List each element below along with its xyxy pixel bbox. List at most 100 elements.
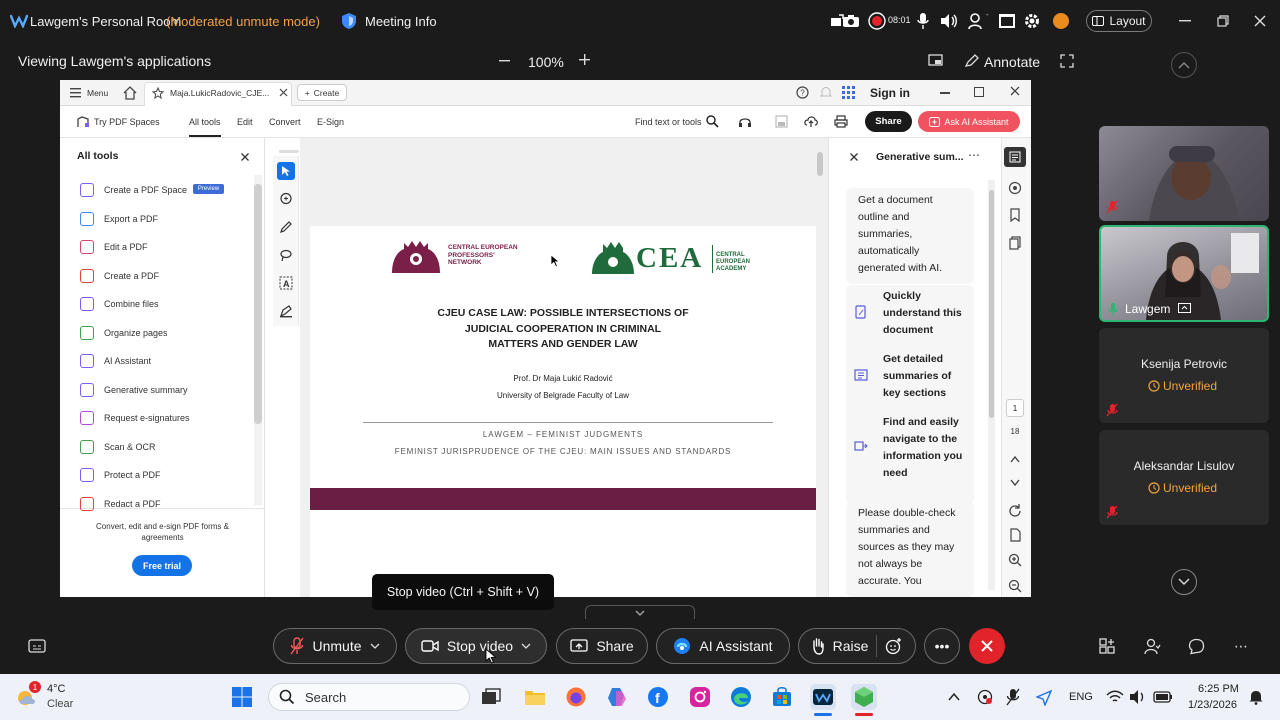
stop-video-button[interactable]: Stop video <box>405 628 547 664</box>
highlight-pen-icon[interactable] <box>277 218 295 236</box>
windows-start-icon[interactable] <box>229 684 255 710</box>
tray-chevron-up-icon[interactable] <box>947 690 961 704</box>
language-indicator[interactable]: ENG <box>1069 691 1093 703</box>
tray-muted-mic-icon[interactable] <box>1006 688 1022 706</box>
chat-icon[interactable] <box>1188 638 1205 655</box>
green-app-icon[interactable] <box>851 684 877 710</box>
tab-e-sign[interactable]: E-Sign <box>317 117 344 127</box>
store-icon[interactable] <box>769 684 795 710</box>
upload-cloud-icon[interactable] <box>804 115 818 128</box>
prev-page-icon[interactable] <box>1010 455 1020 463</box>
home-icon[interactable] <box>123 86 137 100</box>
save-icon[interactable] <box>775 115 788 128</box>
zoom-out-doc-icon[interactable] <box>1008 579 1022 593</box>
annotate-button[interactable]: Annotate <box>984 54 1040 70</box>
comment-icon[interactable] <box>277 190 295 208</box>
more-options-button[interactable]: ••• <box>924 628 960 664</box>
gen-more-icon[interactable]: ⋯ <box>968 148 980 162</box>
rail-handle[interactable] <box>279 150 299 153</box>
hamburger-icon[interactable] <box>70 88 82 98</box>
record-icon[interactable] <box>866 10 888 32</box>
tool-item[interactable]: Create a PDF Space <box>80 183 187 197</box>
restore-icon[interactable] <box>1212 10 1234 32</box>
tab-all-tools[interactable]: All tools <box>189 117 221 127</box>
create-tab-button[interactable]: + Create <box>297 84 347 101</box>
gen-scrollbar-thumb[interactable] <box>989 190 994 418</box>
tool-item[interactable]: Export a PDF <box>80 211 158 226</box>
webex-taskbar-icon[interactable] <box>810 684 836 710</box>
participant-tile-ksenija[interactable] <box>1099 328 1269 423</box>
avatar[interactable] <box>1053 13 1069 29</box>
ask-ai-assistant-button[interactable]: Ask AI Assistant <box>918 111 1020 132</box>
comments-rail-icon[interactable] <box>1008 181 1022 195</box>
share-doc-button[interactable]: Share <box>865 111 912 132</box>
firefox-icon[interactable] <box>563 684 589 710</box>
doc-scrollbar[interactable] <box>816 142 824 597</box>
copilot-icon[interactable] <box>604 684 630 710</box>
microphone-icon[interactable] <box>912 10 934 32</box>
doc-scrollbar-thumb[interactable] <box>817 152 823 176</box>
tool-item[interactable]: Organize pages <box>80 325 168 340</box>
zoom-out-icon[interactable] <box>498 52 512 68</box>
captions-icon[interactable] <box>28 638 46 654</box>
minimize-icon[interactable] <box>1174 10 1196 32</box>
zoom-in-icon[interactable] <box>578 53 592 67</box>
tray-send-icon[interactable] <box>1036 690 1052 706</box>
meeting-info-link[interactable]: Meeting Info <box>365 14 437 29</box>
camera-icon[interactable] <box>840 10 862 32</box>
wifi-icon[interactable] <box>1106 690 1124 704</box>
apps-grid-icon[interactable] <box>842 86 855 99</box>
apps-icon[interactable] <box>1099 638 1116 655</box>
pdf-close-icon[interactable] <box>1010 86 1020 96</box>
print-icon[interactable] <box>834 115 848 128</box>
help-icon[interactable]: ? <box>796 86 809 99</box>
summary-panel-toggle-icon[interactable] <box>1004 147 1026 167</box>
layout-button[interactable]: Layout <box>1086 10 1152 32</box>
tab-edit[interactable]: Edit <box>237 117 253 127</box>
tools-scrollbar-thumb[interactable] <box>254 184 262 424</box>
menu-button[interactable]: Menu <box>87 88 108 98</box>
picture-in-picture-icon[interactable] <box>928 54 944 68</box>
volume-icon[interactable] <box>938 10 960 32</box>
find-text-input[interactable]: Find text or tools <box>635 117 702 127</box>
taskbar-search[interactable]: Search <box>268 683 470 711</box>
ai-assistant-button[interactable]: AI Assistant <box>656 628 790 664</box>
facebook-icon[interactable]: f <box>645 684 671 710</box>
scroll-down-button[interactable] <box>1171 569 1197 595</box>
try-pdf-spaces-link[interactable]: Try PDF Spaces <box>94 117 160 127</box>
select-cursor-icon[interactable] <box>277 162 295 180</box>
presenter-icon[interactable] <box>964 10 986 32</box>
next-page-icon[interactable] <box>1010 479 1020 487</box>
current-page-input[interactable]: 1 <box>1006 399 1024 417</box>
participant-tile-aleksandar[interactable] <box>1099 430 1269 525</box>
file-explorer-icon[interactable] <box>522 684 548 710</box>
tool-item[interactable]: Generative summary <box>80 382 188 397</box>
tool-item[interactable]: AI Assistant <box>80 354 151 368</box>
tool-item[interactable]: Redact a PDF <box>80 496 161 511</box>
free-trial-button[interactable]: Free trial <box>132 555 192 576</box>
tool-item[interactable]: Request e-signatures <box>80 411 190 425</box>
tool-item[interactable]: Combine files <box>80 297 159 311</box>
task-view-icon[interactable] <box>478 684 504 710</box>
edge-icon[interactable] <box>728 684 754 710</box>
headphones-icon[interactable] <box>738 115 752 128</box>
tab-close-icon[interactable] <box>279 88 288 97</box>
stamp-icon[interactable] <box>277 302 295 320</box>
pages-rail-icon[interactable] <box>1008 236 1022 250</box>
expand-icon[interactable] <box>1060 54 1074 68</box>
collapse-share-tab[interactable] <box>585 605 695 619</box>
pdf-maximize-icon[interactable] <box>974 87 984 97</box>
shield-icon[interactable] <box>338 10 360 32</box>
text-box-icon[interactable]: A <box>277 274 295 292</box>
draw-lasso-icon[interactable] <box>277 246 295 264</box>
scroll-up-button[interactable] <box>1171 52 1197 78</box>
all-tools-close-icon[interactable] <box>241 153 249 161</box>
participants-icon[interactable] <box>1144 638 1161 655</box>
tool-item[interactable]: Scan & OCR <box>80 439 156 454</box>
page-fit-icon[interactable] <box>1008 528 1022 542</box>
speaker-icon[interactable] <box>1129 689 1147 705</box>
unmute-button[interactable]: Unmute <box>273 628 397 664</box>
leave-meeting-button[interactable] <box>969 628 1005 664</box>
bookmark-rail-icon[interactable] <box>1008 208 1022 222</box>
instagram-icon[interactable] <box>687 684 713 710</box>
